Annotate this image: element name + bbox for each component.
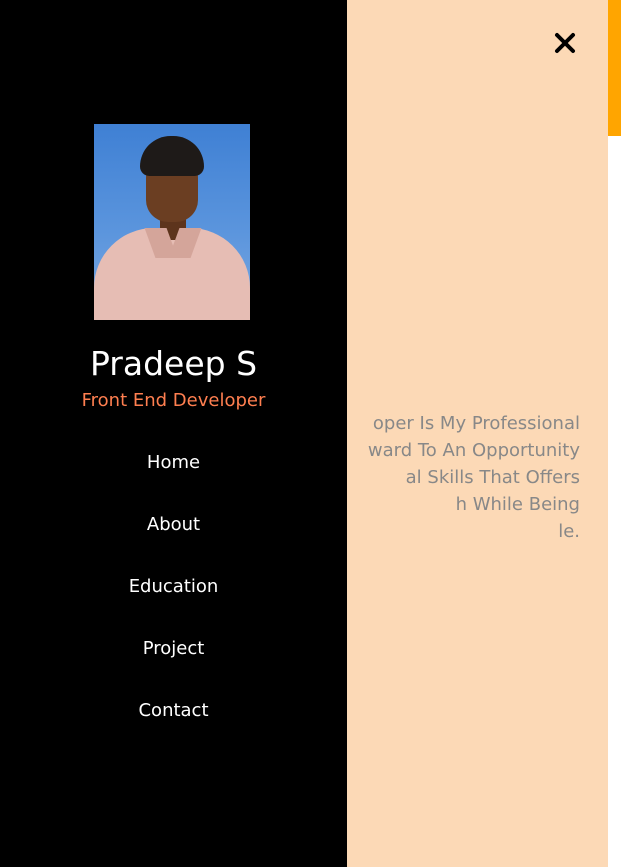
profile-photo <box>94 124 250 320</box>
scrollbar-thumb[interactable] <box>608 0 621 136</box>
close-icon <box>555 33 575 53</box>
nav-item-contact[interactable]: Contact <box>138 697 208 725</box>
sidebar-nav: Home About Education Project Contact <box>0 449 347 759</box>
close-menu-button[interactable] <box>552 30 578 56</box>
nav-item-education[interactable]: Education <box>129 573 219 601</box>
sidebar-name: Pradeep S <box>89 344 258 383</box>
nav-item-home[interactable]: Home <box>147 449 200 477</box>
nav-item-about[interactable]: About <box>147 511 200 539</box>
page-viewport: p S oper Is My Professional ward To An O… <box>0 0 621 867</box>
sidebar-role: Front End Developer <box>81 390 266 411</box>
nav-item-project[interactable]: Project <box>143 635 205 663</box>
scrollbar[interactable] <box>608 0 621 867</box>
sidebar: Pradeep S Front End Developer Home About… <box>0 0 347 867</box>
